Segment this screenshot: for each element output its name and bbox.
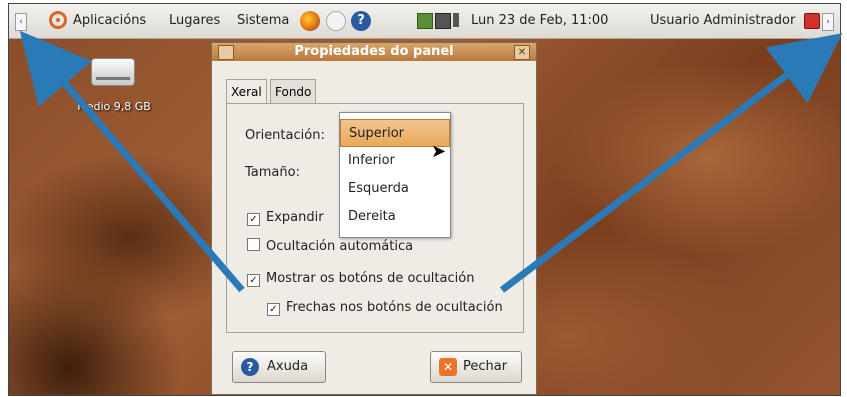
dialog-title: Propiedades do panel (294, 44, 454, 59)
arrows-on-hide-buttons-checkbox[interactable]: ✓ Frechas nos botóns de ocultación (267, 300, 503, 316)
top-panel: ‹ Aplicacións Lugares Sistema ? Lun 23 d… (9, 4, 840, 39)
close-button[interactable]: ✕ Pechar (430, 351, 522, 383)
window-menu-icon[interactable] (218, 45, 234, 60)
orientation-label: Orientación: (245, 128, 325, 143)
size-label: Tamaño: (245, 165, 300, 180)
autohide-label: Ocultación automática (266, 239, 414, 254)
expand-checkbox-box[interactable]: ✓ (247, 213, 260, 226)
menu-system[interactable]: Sistema (237, 12, 289, 30)
screenshot-frame: Medio 9,8 GB ‹ Aplicacións Lugares Siste… (8, 3, 841, 396)
arrows-on-hide-buttons-label: Frechas nos botóns de ocultación (286, 300, 503, 315)
close-button-icon: ✕ (439, 358, 457, 376)
network-icon[interactable] (435, 13, 451, 29)
arrows-on-hide-buttons-checkbox-box[interactable]: ✓ (267, 303, 280, 316)
option-right[interactable]: Dereita (340, 203, 450, 231)
tab-general[interactable]: Xeral (226, 79, 267, 105)
drive-label: Medio 9,8 GB (77, 100, 151, 113)
menu-applications[interactable]: Aplicacións (73, 12, 146, 30)
firefox-icon[interactable] (300, 11, 320, 31)
show-hide-buttons-checkbox[interactable]: ✓ Mostrar os botóns de ocultación (247, 271, 474, 287)
user-name[interactable]: Usuario Administrador (650, 12, 795, 30)
close-icon[interactable]: ✕ (514, 45, 530, 60)
close-button-label: Pechar (463, 359, 508, 374)
help-icon[interactable]: ? (351, 11, 371, 31)
show-hide-buttons-checkbox-box[interactable]: ✓ (247, 274, 260, 287)
dialog-titlebar[interactable]: Propiedades do panel ✕ (212, 43, 536, 61)
menu-places[interactable]: Lugares (169, 12, 220, 30)
panel-hide-right-button[interactable]: › (822, 13, 834, 31)
option-left[interactable]: Esquerda (340, 175, 450, 203)
help-button[interactable]: ? Axuda (232, 351, 326, 383)
ubuntu-logo-icon[interactable] (49, 11, 67, 29)
volume-icon[interactable] (453, 13, 459, 27)
drive-icon[interactable] (91, 58, 135, 86)
power-icon[interactable] (804, 13, 820, 29)
expand-label: Expandir (266, 210, 324, 225)
help-button-icon: ? (241, 358, 259, 376)
expand-checkbox[interactable]: ✓ Expandir (247, 210, 324, 226)
mail-icon[interactable] (326, 11, 346, 31)
help-button-label: Axuda (267, 359, 309, 374)
autohide-checkbox-box[interactable] (247, 238, 260, 251)
panel-hide-left-button[interactable]: ‹ (15, 13, 27, 31)
update-notifier-icon[interactable] (417, 13, 433, 29)
mouse-cursor-icon: ➤ (431, 141, 447, 162)
tab-background[interactable]: Fondo (270, 79, 317, 104)
autohide-checkbox[interactable]: Ocultación automática (247, 238, 413, 254)
clock[interactable]: Lun 23 de Feb, 11:00 (471, 12, 608, 30)
show-hide-buttons-label: Mostrar os botóns de ocultación (266, 271, 475, 286)
orientation-dropdown-menu: Superior Inferior Esquerda Dereita (339, 112, 451, 238)
